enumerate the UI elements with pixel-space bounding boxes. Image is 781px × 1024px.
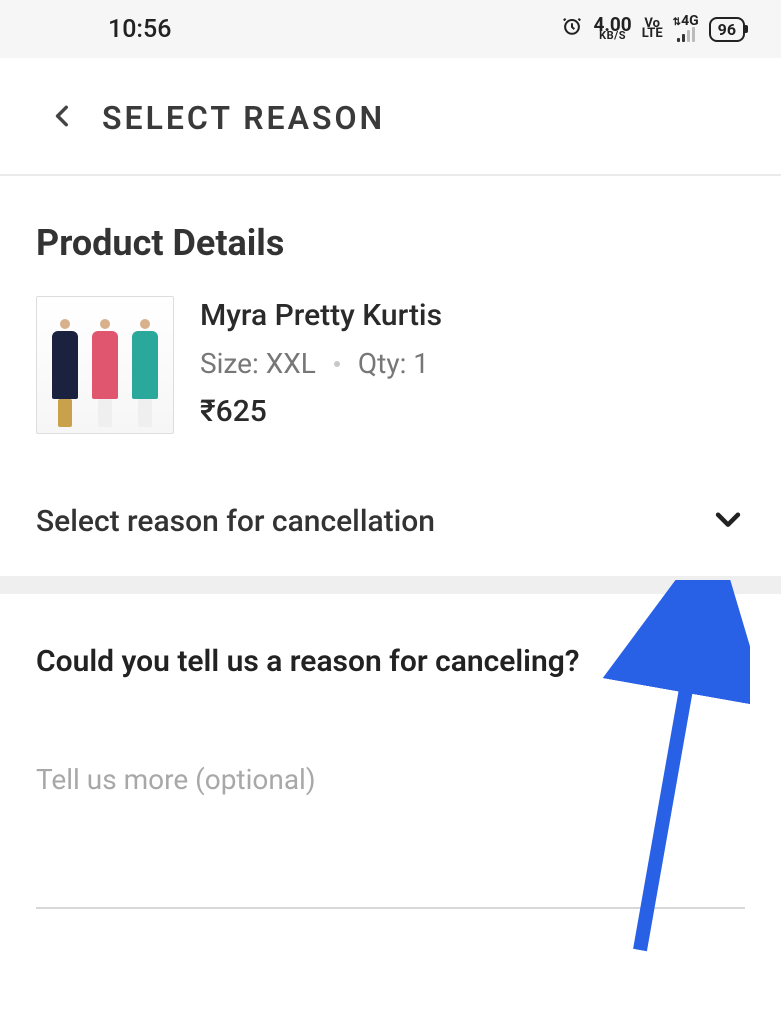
cancel-reason-textarea-wrap xyxy=(0,687,781,913)
product-price: ₹625 xyxy=(200,394,442,429)
status-time: 10:56 xyxy=(108,15,171,44)
battery-indicator: 96 xyxy=(709,17,745,42)
alarm-icon xyxy=(561,15,583,44)
data-rate-indicator: 4.00 KB/S xyxy=(593,17,631,41)
dropdown-label: Select reason for cancellation xyxy=(36,504,435,539)
product-details-heading: Product Details xyxy=(0,176,781,278)
page-header: SELECT REASON xyxy=(0,58,781,176)
product-meta: Size: XXL Qty: 1 xyxy=(200,347,442,380)
section-divider xyxy=(0,576,781,594)
signal-bars-icon xyxy=(677,28,695,42)
product-info: Myra Pretty Kurtis Size: XXL Qty: 1 ₹625 xyxy=(200,296,442,429)
back-icon[interactable] xyxy=(50,98,76,138)
cancel-reason-textarea[interactable] xyxy=(36,759,745,909)
network-indicator: ⇅4G xyxy=(673,16,699,41)
separator-dot-icon xyxy=(334,361,340,367)
volte-indicator: Vo LTE xyxy=(642,19,663,40)
cancel-reason-question: Could you tell us a reason for canceling… xyxy=(0,594,781,687)
status-icons: 4.00 KB/S Vo LTE ⇅4G 96 xyxy=(561,15,745,44)
cancellation-reason-dropdown[interactable]: Select reason for cancellation xyxy=(0,472,781,576)
status-bar: 10:56 4.00 KB/S Vo LTE ⇅4G 96 xyxy=(0,0,781,58)
chevron-down-icon xyxy=(711,502,745,540)
product-image xyxy=(36,296,174,434)
product-row: Myra Pretty Kurtis Size: XXL Qty: 1 ₹625 xyxy=(0,278,781,472)
page-title: SELECT REASON xyxy=(102,99,385,137)
product-name: Myra Pretty Kurtis xyxy=(200,298,442,333)
